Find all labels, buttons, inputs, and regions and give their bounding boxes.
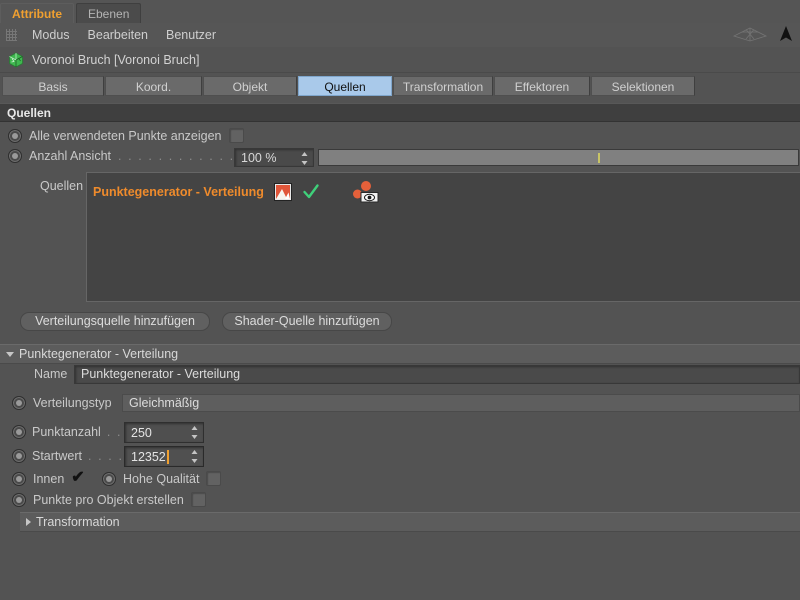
row-distribution-type: Verteilungstyp — [12, 396, 112, 410]
tab-ebenen[interactable]: Ebenen — [76, 3, 141, 23]
sources-listbox[interactable]: Punktegenerator - Verteilung — [86, 172, 800, 302]
add-shader-source-button[interactable]: Shader-Quelle hinzufügen — [222, 312, 392, 331]
row-seed: Startwert . . . . . — [12, 449, 134, 463]
option-dot-show-all-points[interactable] — [8, 129, 22, 143]
spinner-arrows-icon[interactable] — [301, 152, 308, 165]
count-view-combo[interactable]: 100 % — [234, 148, 314, 167]
tab-attribute-label: Attribute — [12, 7, 62, 21]
option-dot-count-view[interactable] — [8, 149, 22, 163]
point-count-input[interactable]: 250 — [124, 422, 204, 443]
row-inside: Innen — [12, 471, 86, 486]
object-title: Voronoi Bruch [Voronoi Bruch] — [32, 53, 199, 67]
checkbox-show-all-points[interactable] — [229, 128, 244, 143]
tab-koord[interactable]: Koord. — [105, 76, 202, 96]
name-input[interactable]: Punktegenerator - Verteilung — [74, 365, 800, 384]
checkbox-points-per-object[interactable] — [191, 492, 206, 507]
window-tab-strip: Attribute Ebenen — [0, 0, 800, 24]
option-dot-seed[interactable] — [12, 449, 26, 463]
distribution-type-value: Gleichmäßig — [123, 396, 199, 410]
menu-bar: Modus Bearbeiten Benutzer — [0, 23, 800, 48]
checkbox-high-quality[interactable] — [206, 471, 221, 486]
row-name: Name — [34, 367, 67, 381]
tab-transformation[interactable]: Transformation — [393, 76, 493, 96]
slider-tick-marker — [598, 153, 600, 163]
menu-item-bearbeiten[interactable]: Bearbeiten — [79, 23, 157, 47]
label-high-quality: Hohe Qualität — [123, 472, 199, 486]
label-show-all-points: Alle verwendeten Punkte anzeigen — [29, 129, 222, 143]
voronoi-fracture-icon — [8, 52, 24, 68]
tab-ebenen-label: Ebenen — [88, 7, 129, 21]
group-transformation-title: Transformation — [36, 513, 120, 531]
group-transformation[interactable]: Transformation — [20, 512, 800, 532]
label-count-view: Anzahl Ansicht — [29, 149, 111, 163]
pointer-arrow-icon[interactable] — [778, 25, 794, 43]
menu-bar-right-icons — [732, 25, 794, 43]
section-header-quellen: Quellen — [0, 103, 800, 122]
label-inside: Innen — [33, 472, 64, 486]
shader-thumbnail-icon[interactable] — [274, 183, 292, 201]
mesh-wireframe-icon[interactable] — [732, 25, 768, 43]
seed-spinner-icon[interactable] — [191, 450, 198, 463]
chevron-down-icon[interactable] — [6, 352, 14, 357]
label-distribution-type: Verteilungstyp — [33, 396, 112, 410]
label-seed: Startwert — [32, 449, 82, 463]
seed-value: 12352 — [125, 450, 166, 464]
group-punktegenerator-title: Punktegenerator - Verteilung — [19, 345, 178, 363]
option-dot-inside[interactable] — [12, 472, 26, 486]
point-count-spinner-icon[interactable] — [191, 426, 198, 439]
seed-input[interactable]: 12352 — [124, 446, 204, 467]
tab-effektoren[interactable]: Effektoren — [494, 76, 590, 96]
menu-item-modus[interactable]: Modus — [23, 23, 79, 47]
label-name: Name — [34, 367, 67, 381]
count-view-slider[interactable] — [318, 149, 799, 166]
attribute-manager-window: Attribute Ebenen Modus Bearbeiten Benutz… — [0, 0, 800, 600]
text-caret — [167, 450, 169, 464]
label-sources-list: Quellen — [40, 179, 83, 193]
drag-grip-icon[interactable] — [6, 29, 17, 41]
label-point-count: Punktanzahl — [32, 425, 101, 439]
row-point-count: Punktanzahl . . — [12, 425, 122, 439]
label-points-per-object: Punkte pro Objekt erstellen — [33, 493, 184, 507]
option-dot-points-per-object[interactable] — [12, 493, 26, 507]
object-header: Voronoi Bruch [Voronoi Bruch] — [0, 47, 800, 73]
row-show-all-points: Alle verwendeten Punkte anzeigen — [8, 128, 244, 143]
distribution-type-combo[interactable]: Gleichmäßig — [122, 394, 800, 412]
list-item[interactable]: Punktegenerator - Verteilung — [87, 179, 800, 205]
checkbox-inside[interactable] — [71, 471, 86, 486]
tab-objekt[interactable]: Objekt — [203, 76, 297, 96]
tab-selektionen[interactable]: Selektionen — [591, 76, 695, 96]
green-check-icon[interactable] — [302, 183, 320, 201]
count-view-value: 100 % — [235, 151, 276, 165]
list-item-name: Punktegenerator - Verteilung — [93, 185, 264, 199]
add-distribution-source-button[interactable]: Verteilungsquelle hinzufügen — [20, 312, 210, 331]
chevron-right-icon[interactable] — [26, 518, 31, 526]
row-high-quality: Hohe Qualität — [102, 471, 221, 486]
option-dot-point-count[interactable] — [12, 425, 26, 439]
row-points-per-object: Punkte pro Objekt erstellen — [12, 492, 206, 507]
point-count-value: 250 — [125, 426, 152, 440]
option-dot-high-quality[interactable] — [102, 472, 116, 486]
tab-quellen[interactable]: Quellen — [298, 76, 392, 96]
option-dot-distribution-type[interactable] — [12, 396, 26, 410]
tab-basis[interactable]: Basis — [2, 76, 104, 96]
menu-item-benutzer[interactable]: Benutzer — [157, 23, 225, 47]
label-point-count-dots: . . — [107, 425, 122, 439]
tab-attribute[interactable]: Attribute — [0, 3, 74, 23]
group-punktegenerator[interactable]: Punktegenerator - Verteilung — [0, 344, 800, 364]
attribute-tab-row: Basis Koord. Objekt Quellen Transformati… — [0, 76, 800, 98]
points-visibility-icon[interactable] — [352, 180, 380, 204]
